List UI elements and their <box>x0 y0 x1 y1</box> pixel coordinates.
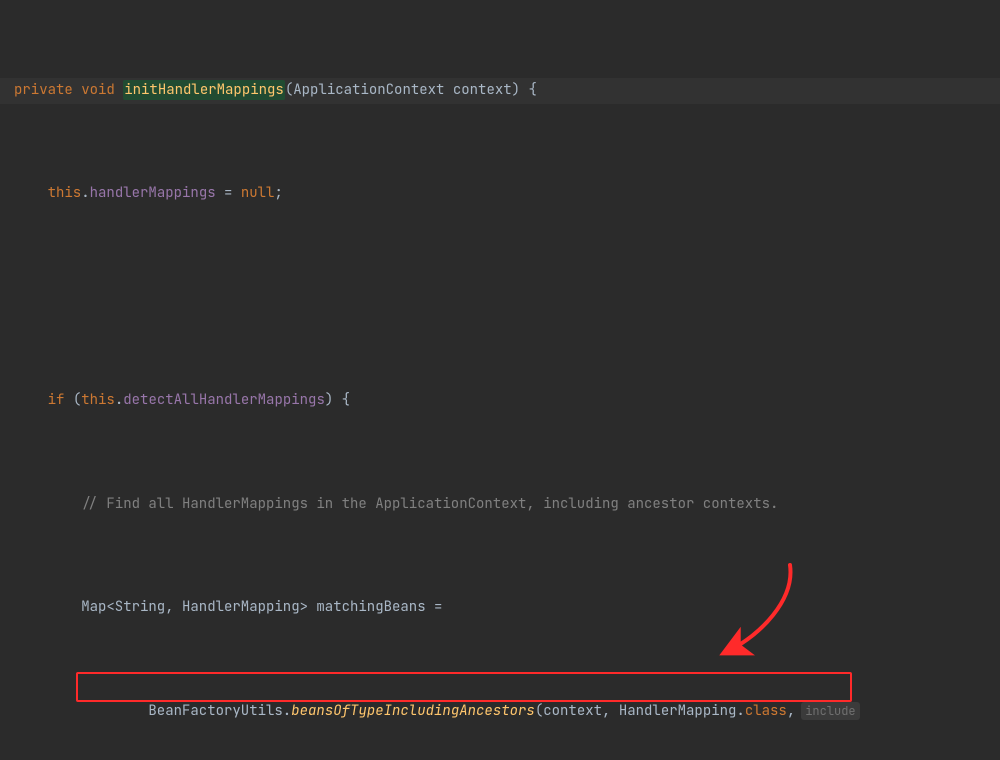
blank-line <box>0 285 1000 311</box>
code-line: if (this.detectAllHandlerMappings) { <box>0 388 1000 414</box>
method-name: initHandlerMappings <box>123 80 285 100</box>
keyword-this: this <box>48 184 82 202</box>
keyword-null: null <box>241 184 275 202</box>
code-editor[interactable]: private void initHandlerMappings(Applica… <box>0 0 1000 760</box>
comment-line: // Find all HandlerMappings in the Appli… <box>0 492 1000 518</box>
keyword-if: if <box>48 391 65 409</box>
highlight-box-annotation <box>76 672 852 702</box>
comment: // Find all HandlerMappings in the Appli… <box>81 495 778 513</box>
keyword: void <box>81 81 115 99</box>
code-line: Map<String, HandlerMapping> matchingBean… <box>0 595 1000 621</box>
code-line: private void initHandlerMappings(Applica… <box>0 78 1000 104</box>
code-line: BeanFactoryUtils.beansOfTypeIncludingAnc… <box>0 699 1000 725</box>
declaration: Map<String, HandlerMapping> matchingBean… <box>81 598 442 616</box>
inlay-hint: include <box>801 702 859 720</box>
static-method: beansOfTypeIncludingAncestors <box>291 702 535 720</box>
keyword: private <box>14 81 73 99</box>
field: handlerMappings <box>90 184 216 202</box>
field: detectAllHandlerMappings <box>123 391 325 409</box>
params: (ApplicationContext context) { <box>285 81 537 99</box>
code-line: this.handlerMappings = null; <box>0 181 1000 207</box>
